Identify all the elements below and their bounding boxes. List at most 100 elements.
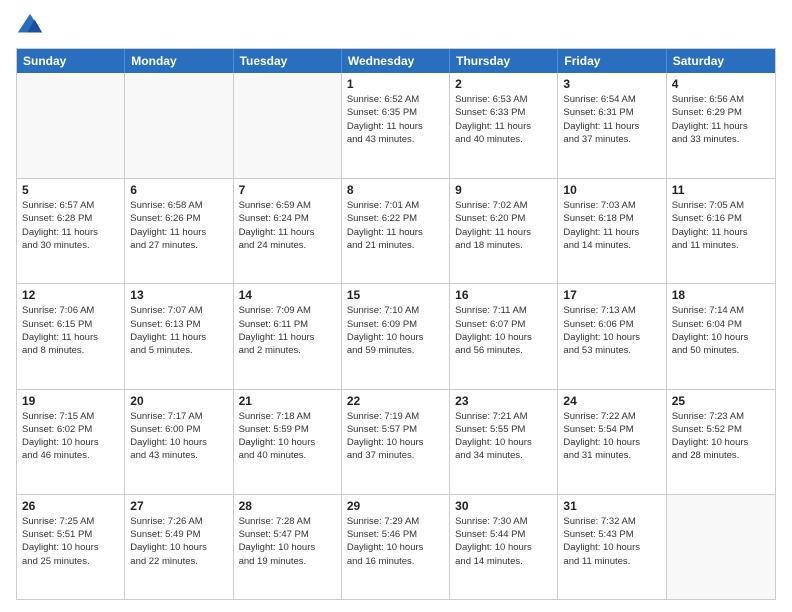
cell-info: Sunrise: 6:58 AM Sunset: 6:26 PM Dayligh… bbox=[130, 199, 227, 252]
cell-info: Sunrise: 7:01 AM Sunset: 6:22 PM Dayligh… bbox=[347, 199, 444, 252]
day-header-saturday: Saturday bbox=[667, 49, 775, 73]
day-number: 31 bbox=[563, 499, 660, 513]
cell-info: Sunrise: 7:03 AM Sunset: 6:18 PM Dayligh… bbox=[563, 199, 660, 252]
cal-cell: 25 Sunrise: 7:23 AM Sunset: 5:52 PM Dayli… bbox=[667, 390, 775, 494]
cell-info: Sunrise: 7:29 AM Sunset: 5:46 PM Dayligh… bbox=[347, 515, 444, 568]
cell-info: Sunrise: 7:22 AM Sunset: 5:54 PM Dayligh… bbox=[563, 410, 660, 463]
day-number: 19 bbox=[22, 394, 119, 408]
cal-cell: 28 Sunrise: 7:28 AM Sunset: 5:47 PM Dayli… bbox=[234, 495, 342, 599]
day-number: 18 bbox=[672, 288, 770, 302]
logo-icon bbox=[16, 12, 44, 40]
cal-cell bbox=[17, 73, 125, 178]
day-number: 9 bbox=[455, 183, 552, 197]
cal-cell: 20Sunrise: 7:17 AM Sunset: 6:00 PM Dayli… bbox=[125, 390, 233, 494]
cell-info: Sunrise: 6:54 AM Sunset: 6:31 PM Dayligh… bbox=[563, 93, 660, 146]
day-number: 17 bbox=[563, 288, 660, 302]
cal-cell: 21 Sunrise: 7:18 AM Sunset: 5:59 PM Dayli… bbox=[234, 390, 342, 494]
day-number: 14 bbox=[239, 288, 336, 302]
cell-info: Sunrise: 7:06 AM Sunset: 6:15 PM Dayligh… bbox=[22, 304, 119, 357]
cell-info: Sunrise: 7:10 AM Sunset: 6:09 PM Dayligh… bbox=[347, 304, 444, 357]
cal-cell: 1 Sunrise: 6:52 AM Sunset: 6:35 PM Daylig… bbox=[342, 73, 450, 178]
cell-info: Sunrise: 6:56 AM Sunset: 6:29 PM Dayligh… bbox=[672, 93, 770, 146]
cal-cell: 30 Sunrise: 7:30 AM Sunset: 5:44 PM Dayli… bbox=[450, 495, 558, 599]
cal-cell: 15 Sunrise: 7:10 AM Sunset: 6:09 PM Dayli… bbox=[342, 284, 450, 388]
cell-info: Sunrise: 6:53 AM Sunset: 6:33 PM Dayligh… bbox=[455, 93, 552, 146]
calendar-body: 1 Sunrise: 6:52 AM Sunset: 6:35 PM Daylig… bbox=[17, 73, 775, 599]
cell-info: Sunrise: 7:13 AM Sunset: 6:06 PM Dayligh… bbox=[563, 304, 660, 357]
week-row-2: 5Sunrise: 6:57 AM Sunset: 6:28 PM Daylig… bbox=[17, 178, 775, 283]
cal-cell: 27 Sunrise: 7:26 AM Sunset: 5:49 PM Dayli… bbox=[125, 495, 233, 599]
day-number: 4 bbox=[672, 77, 770, 91]
page: SundayMondayTuesdayWednesdayThursdayFrid… bbox=[0, 0, 792, 612]
cal-cell: 12Sunrise: 7:06 AM Sunset: 6:15 PM Dayli… bbox=[17, 284, 125, 388]
cell-info: Sunrise: 7:26 AM Sunset: 5:49 PM Dayligh… bbox=[130, 515, 227, 568]
cal-cell: 10Sunrise: 7:03 AM Sunset: 6:18 PM Dayli… bbox=[558, 179, 666, 283]
cal-cell: 14 Sunrise: 7:09 AM Sunset: 6:11 PM Dayli… bbox=[234, 284, 342, 388]
cal-cell: 16 Sunrise: 7:11 AM Sunset: 6:07 PM Dayli… bbox=[450, 284, 558, 388]
cal-cell: 17 Sunrise: 7:13 AM Sunset: 6:06 PM Dayli… bbox=[558, 284, 666, 388]
day-header-thursday: Thursday bbox=[450, 49, 558, 73]
day-number: 6 bbox=[130, 183, 227, 197]
day-number: 2 bbox=[455, 77, 552, 91]
day-number: 16 bbox=[455, 288, 552, 302]
cell-info: Sunrise: 7:05 AM Sunset: 6:16 PM Dayligh… bbox=[672, 199, 770, 252]
cal-cell: 23 Sunrise: 7:21 AM Sunset: 5:55 PM Dayli… bbox=[450, 390, 558, 494]
day-number: 24 bbox=[563, 394, 660, 408]
day-number: 8 bbox=[347, 183, 444, 197]
cal-cell: 6 Sunrise: 6:58 AM Sunset: 6:26 PM Daylig… bbox=[125, 179, 233, 283]
day-number: 1 bbox=[347, 77, 444, 91]
cell-info: Sunrise: 7:28 AM Sunset: 5:47 PM Dayligh… bbox=[239, 515, 336, 568]
cell-info: Sunrise: 6:59 AM Sunset: 6:24 PM Dayligh… bbox=[239, 199, 336, 252]
cell-info: Sunrise: 7:32 AM Sunset: 5:43 PM Dayligh… bbox=[563, 515, 660, 568]
cell-info: Sunrise: 6:57 AM Sunset: 6:28 PM Dayligh… bbox=[22, 199, 119, 252]
cal-cell: 4 Sunrise: 6:56 AM Sunset: 6:29 PM Daylig… bbox=[667, 73, 775, 178]
week-row-1: 1 Sunrise: 6:52 AM Sunset: 6:35 PM Daylig… bbox=[17, 73, 775, 178]
day-number: 29 bbox=[347, 499, 444, 513]
day-number: 26 bbox=[22, 499, 119, 513]
day-number: 7 bbox=[239, 183, 336, 197]
cell-info: Sunrise: 7:30 AM Sunset: 5:44 PM Dayligh… bbox=[455, 515, 552, 568]
cell-info: Sunrise: 6:52 AM Sunset: 6:35 PM Dayligh… bbox=[347, 93, 444, 146]
cal-cell: 22 Sunrise: 7:19 AM Sunset: 5:57 PM Dayli… bbox=[342, 390, 450, 494]
header bbox=[16, 12, 776, 40]
cell-info: Sunrise: 7:09 AM Sunset: 6:11 PM Dayligh… bbox=[239, 304, 336, 357]
day-number: 30 bbox=[455, 499, 552, 513]
cal-cell: 19Sunrise: 7:15 AM Sunset: 6:02 PM Dayli… bbox=[17, 390, 125, 494]
cell-info: Sunrise: 7:23 AM Sunset: 5:52 PM Dayligh… bbox=[672, 410, 770, 463]
day-number: 22 bbox=[347, 394, 444, 408]
day-number: 11 bbox=[672, 183, 770, 197]
day-header-tuesday: Tuesday bbox=[234, 49, 342, 73]
day-number: 15 bbox=[347, 288, 444, 302]
cell-info: Sunrise: 7:07 AM Sunset: 6:13 PM Dayligh… bbox=[130, 304, 227, 357]
day-number: 13 bbox=[130, 288, 227, 302]
calendar: SundayMondayTuesdayWednesdayThursdayFrid… bbox=[16, 48, 776, 600]
day-number: 25 bbox=[672, 394, 770, 408]
cell-info: Sunrise: 7:25 AM Sunset: 5:51 PM Dayligh… bbox=[22, 515, 119, 568]
cal-cell: 2 Sunrise: 6:53 AM Sunset: 6:33 PM Daylig… bbox=[450, 73, 558, 178]
cal-cell: 13 Sunrise: 7:07 AM Sunset: 6:13 PM Dayli… bbox=[125, 284, 233, 388]
cal-cell: 5Sunrise: 6:57 AM Sunset: 6:28 PM Daylig… bbox=[17, 179, 125, 283]
cal-cell: 31 Sunrise: 7:32 AM Sunset: 5:43 PM Dayli… bbox=[558, 495, 666, 599]
cal-cell bbox=[234, 73, 342, 178]
cell-info: Sunrise: 7:19 AM Sunset: 5:57 PM Dayligh… bbox=[347, 410, 444, 463]
cal-cell: 24 Sunrise: 7:22 AM Sunset: 5:54 PM Dayli… bbox=[558, 390, 666, 494]
day-number: 3 bbox=[563, 77, 660, 91]
cell-info: Sunrise: 7:11 AM Sunset: 6:07 PM Dayligh… bbox=[455, 304, 552, 357]
day-number: 21 bbox=[239, 394, 336, 408]
cell-info: Sunrise: 7:21 AM Sunset: 5:55 PM Dayligh… bbox=[455, 410, 552, 463]
day-number: 28 bbox=[239, 499, 336, 513]
cell-info: Sunrise: 7:14 AM Sunset: 6:04 PM Dayligh… bbox=[672, 304, 770, 357]
day-number: 23 bbox=[455, 394, 552, 408]
cell-info: Sunrise: 7:18 AM Sunset: 5:59 PM Dayligh… bbox=[239, 410, 336, 463]
week-row-5: 26 Sunrise: 7:25 AM Sunset: 5:51 PM Dayli… bbox=[17, 494, 775, 599]
cal-cell: 26 Sunrise: 7:25 AM Sunset: 5:51 PM Dayli… bbox=[17, 495, 125, 599]
day-number: 20 bbox=[130, 394, 227, 408]
day-header-friday: Friday bbox=[558, 49, 666, 73]
cal-cell: 3 Sunrise: 6:54 AM Sunset: 6:31 PM Daylig… bbox=[558, 73, 666, 178]
cal-cell: 18 Sunrise: 7:14 AM Sunset: 6:04 PM Dayli… bbox=[667, 284, 775, 388]
cal-cell: 8 Sunrise: 7:01 AM Sunset: 6:22 PM Daylig… bbox=[342, 179, 450, 283]
cell-info: Sunrise: 7:02 AM Sunset: 6:20 PM Dayligh… bbox=[455, 199, 552, 252]
cal-cell: 11 Sunrise: 7:05 AM Sunset: 6:16 PM Dayli… bbox=[667, 179, 775, 283]
day-number: 27 bbox=[130, 499, 227, 513]
week-row-3: 12Sunrise: 7:06 AM Sunset: 6:15 PM Dayli… bbox=[17, 283, 775, 388]
